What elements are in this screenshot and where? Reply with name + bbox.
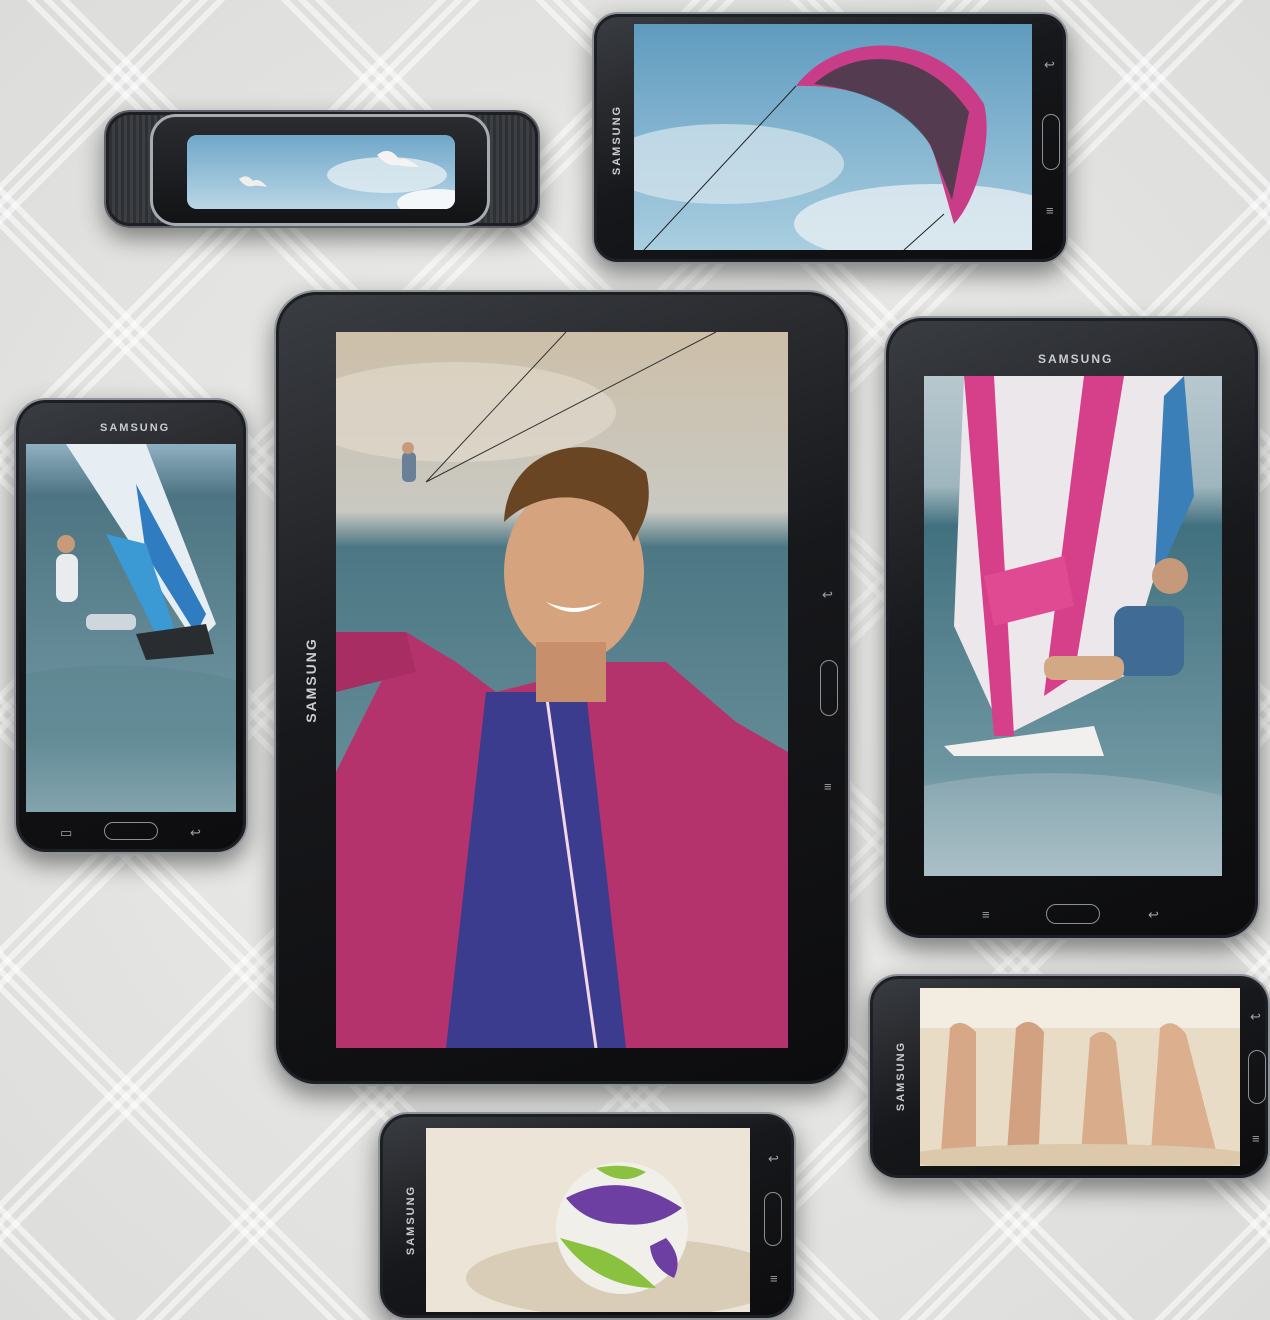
- back-icon[interactable]: ↩: [768, 1152, 779, 1165]
- kite-sky-image: [634, 24, 1032, 250]
- back-icon[interactable]: ↩: [822, 588, 833, 601]
- tablet-screen: [336, 332, 788, 1048]
- seagulls-sky-image: [187, 135, 455, 209]
- phone-screen: [426, 1128, 750, 1312]
- phone-screen: [920, 988, 1240, 1166]
- gear-wristband: [104, 110, 540, 228]
- volleyball-sand-image: [426, 1128, 750, 1312]
- phone-portrait: SAMSUNG ▭ ↩: [14, 398, 248, 854]
- selfie-man-image: [336, 332, 788, 1048]
- feet-in-sand-image: [920, 988, 1240, 1166]
- brand-logo: SAMSUNG: [302, 637, 319, 723]
- home-button[interactable]: [1042, 114, 1060, 170]
- home-button[interactable]: [1248, 1050, 1266, 1104]
- back-icon[interactable]: ↩: [1250, 1010, 1261, 1023]
- brand-logo: SAMSUNG: [100, 422, 171, 434]
- note-screen: [634, 24, 1032, 250]
- brand-logo: SAMSUNG: [1038, 352, 1114, 366]
- phone-landscape-feet: SAMSUNG ↩ ≡: [868, 974, 1270, 1180]
- windsurfer-pink-sail-image: [924, 376, 1222, 876]
- small-tablet-screen: [924, 376, 1222, 876]
- small-tablet: SAMSUNG ≡ ↩: [884, 316, 1260, 940]
- phone-screen: [26, 444, 236, 812]
- wristband-screen: [187, 135, 455, 209]
- brand-logo: SAMSUNG: [611, 104, 624, 176]
- menu-icon[interactable]: ≡: [770, 1272, 778, 1285]
- menu-icon[interactable]: ≡: [1252, 1132, 1260, 1145]
- home-button[interactable]: [820, 660, 838, 716]
- back-icon[interactable]: ↩: [1148, 908, 1159, 921]
- home-button[interactable]: [104, 822, 158, 840]
- brand-logo: SAMSUNG: [405, 1184, 418, 1256]
- menu-icon[interactable]: ≡: [982, 908, 990, 921]
- note-phone: SAMSUNG ↩ ≡: [592, 12, 1068, 264]
- menu-icon[interactable]: ≡: [824, 780, 832, 793]
- phone-landscape-volleyball: SAMSUNG ↩ ≡: [378, 1112, 796, 1320]
- brand-logo: SAMSUNG: [895, 1040, 908, 1112]
- large-tablet: SAMSUNG ↩ ≡: [274, 290, 850, 1086]
- wristband-face: [150, 114, 490, 226]
- back-icon[interactable]: ↩: [1044, 58, 1055, 71]
- recent-apps-icon[interactable]: ▭: [60, 826, 72, 839]
- home-button[interactable]: [764, 1192, 782, 1246]
- menu-icon[interactable]: ≡: [1046, 204, 1054, 217]
- home-button[interactable]: [1046, 904, 1100, 924]
- windsurfer-blue-sail-image: [26, 444, 236, 812]
- back-icon[interactable]: ↩: [190, 826, 201, 839]
